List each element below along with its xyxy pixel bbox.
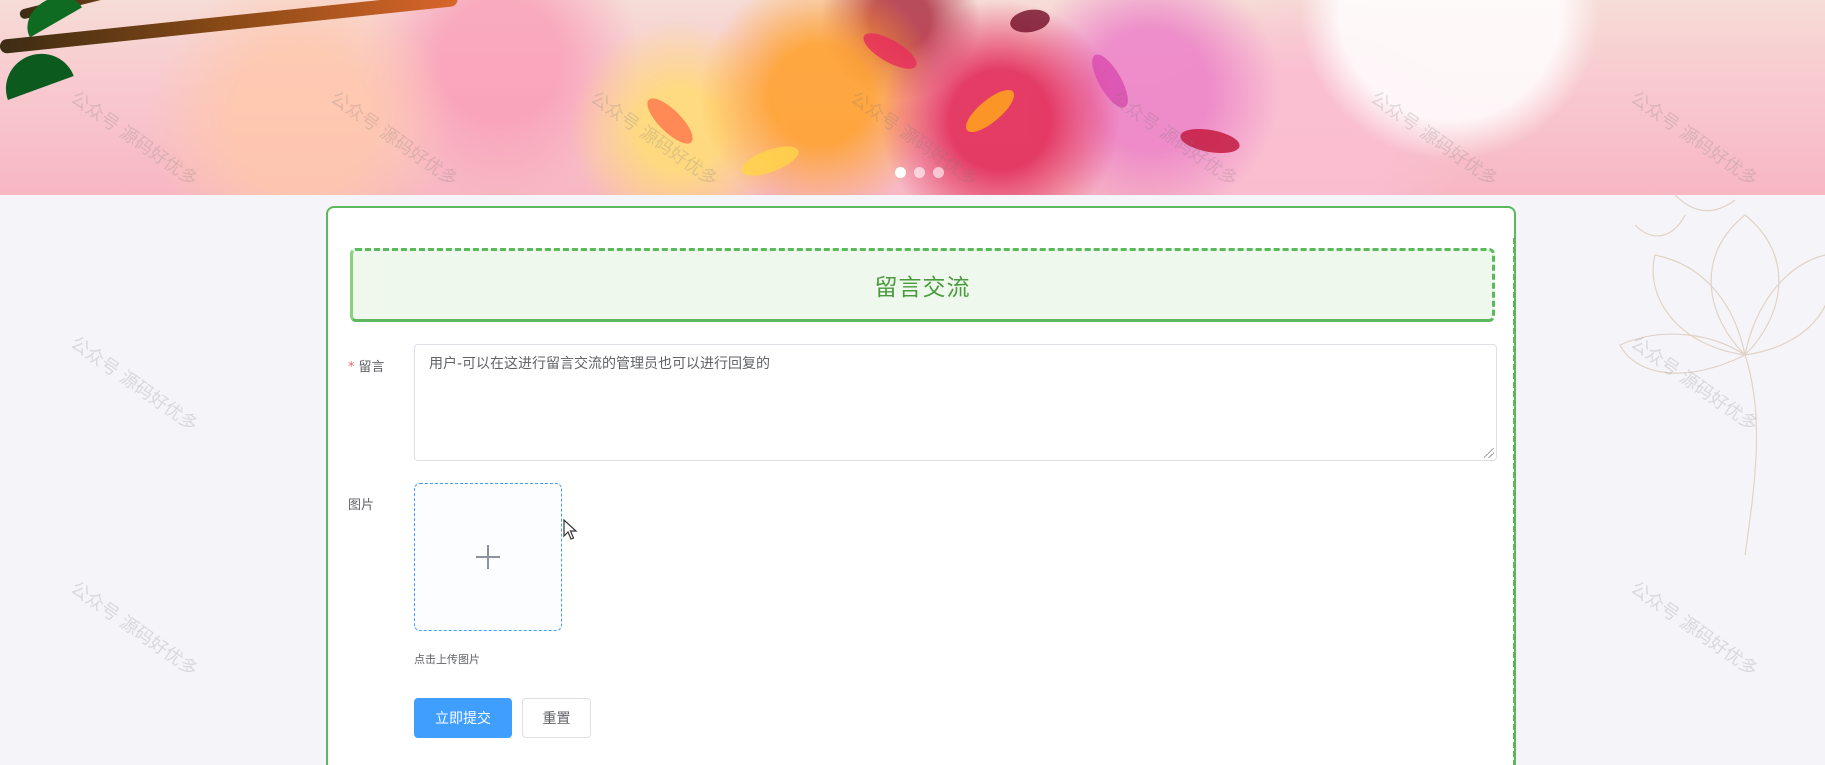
watermark-text: 公众号 源码好优多 (66, 577, 202, 681)
message-textarea[interactable]: 用户-可以在这进行留言交流的管理员也可以进行回复的 (414, 344, 1497, 461)
carousel-dot[interactable] (895, 167, 906, 178)
message-label: * 留言 (348, 356, 385, 375)
carousel-dot[interactable] (914, 167, 925, 178)
carousel-indicators (895, 167, 944, 178)
watermark-text: 公众号 源码好优多 (1626, 577, 1762, 681)
banner-petal-decoration (641, 92, 699, 150)
message-label-text: 留言 (358, 360, 385, 375)
required-mark: * (348, 360, 355, 375)
lotus-decoration (1619, 195, 1825, 555)
submit-button[interactable]: 立即提交 (414, 698, 512, 738)
banner-petal-decoration (1008, 6, 1052, 36)
mouse-cursor-icon (563, 519, 578, 540)
carousel-dot[interactable] (933, 167, 944, 178)
card-border-decoration (1513, 238, 1516, 765)
banner-carousel[interactable] (0, 0, 1825, 195)
message-textarea-value: 用户-可以在这进行留言交流的管理员也可以进行回复的 (429, 356, 771, 372)
resize-grip-icon[interactable] (1484, 448, 1494, 458)
image-upload-button[interactable] (414, 483, 562, 631)
reset-button[interactable]: 重置 (522, 698, 591, 738)
banner-petal-decoration (959, 83, 1021, 139)
form-title-box: 留言交流 (350, 248, 1495, 322)
page-title: 留言交流 (874, 275, 971, 301)
upload-tip: 点击上传图片 (414, 653, 480, 666)
message-form-card: 留言交流 * 留言 用户-可以在这进行留言交流的管理员也可以进行回复的 图片 点击… (326, 206, 1516, 765)
banner-petal-decoration (738, 140, 802, 182)
banner-petal-decoration (858, 26, 922, 76)
plus-icon (476, 545, 500, 569)
watermark-text: 公众号 源码好优多 (66, 332, 202, 436)
image-label: 图片 (348, 498, 375, 513)
banner-petal-decoration (1085, 49, 1135, 113)
banner-petal-decoration (1178, 124, 1242, 158)
